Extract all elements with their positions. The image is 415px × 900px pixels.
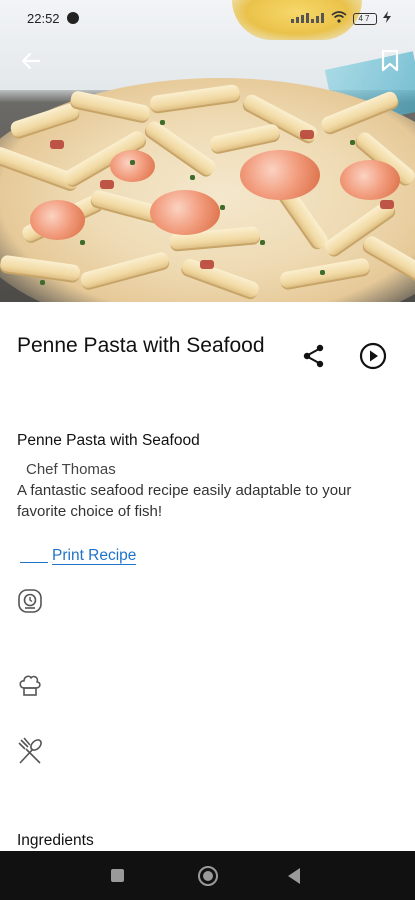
print-recipe-link[interactable]: Print Recipe <box>20 547 137 565</box>
shrimp <box>240 150 320 200</box>
page-title: Penne Pasta with Seafood <box>17 334 265 357</box>
shrimp <box>340 160 400 200</box>
status-bar: 22:52 47 <box>0 0 415 36</box>
herb-flake <box>320 270 325 275</box>
play-circle-icon <box>359 342 387 370</box>
home-icon[interactable] <box>198 866 218 886</box>
charging-icon <box>383 11 391 26</box>
print-link-underline <box>20 562 48 563</box>
timer-icon <box>16 587 44 615</box>
bookmark-button[interactable] <box>375 46 405 76</box>
tomato-piece <box>50 140 64 149</box>
herb-flake <box>80 240 85 245</box>
fork-spoon-icon <box>16 737 44 765</box>
recipe-subtitle: Penne Pasta with Seafood <box>17 432 200 449</box>
play-video-button[interactable] <box>358 341 388 371</box>
battery-icon: 47 <box>353 12 377 25</box>
bookmark-icon <box>381 49 399 72</box>
herb-flake <box>190 175 195 180</box>
shrimp <box>110 150 155 182</box>
ingredients-heading: Ingredients <box>17 832 94 849</box>
share-button[interactable] <box>300 342 328 370</box>
chef-hat-icon <box>16 672 44 700</box>
system-nav-bar <box>0 851 415 900</box>
tomato-piece <box>200 260 214 269</box>
tomato-piece <box>380 200 394 209</box>
chef-name: Chef Thomas <box>26 461 116 478</box>
herb-flake <box>160 120 165 125</box>
tomato-piece <box>100 180 114 189</box>
shrimp <box>30 200 85 240</box>
notification-icon <box>67 12 79 24</box>
herb-flake <box>130 160 135 165</box>
wifi-icon <box>331 11 347 26</box>
herb-flake <box>260 240 265 245</box>
status-icons: 47 <box>291 11 391 26</box>
herb-flake <box>350 140 355 145</box>
recipe-description: A fantastic seafood recipe easily adapta… <box>17 482 352 520</box>
tomato-piece <box>300 130 314 139</box>
herb-flake <box>40 280 45 285</box>
recipe-hero-image: 22:52 47 <box>0 0 415 302</box>
back-icon[interactable] <box>288 868 300 884</box>
print-recipe-label: Print Recipe <box>52 547 137 565</box>
arrow-left-icon <box>21 52 41 70</box>
back-button[interactable] <box>16 46 46 76</box>
recent-apps-icon[interactable] <box>111 869 124 882</box>
share-icon <box>303 344 324 368</box>
signal-icon <box>291 11 325 26</box>
herb-flake <box>220 205 225 210</box>
status-time: 22:52 <box>27 11 60 26</box>
shrimp <box>150 190 220 235</box>
